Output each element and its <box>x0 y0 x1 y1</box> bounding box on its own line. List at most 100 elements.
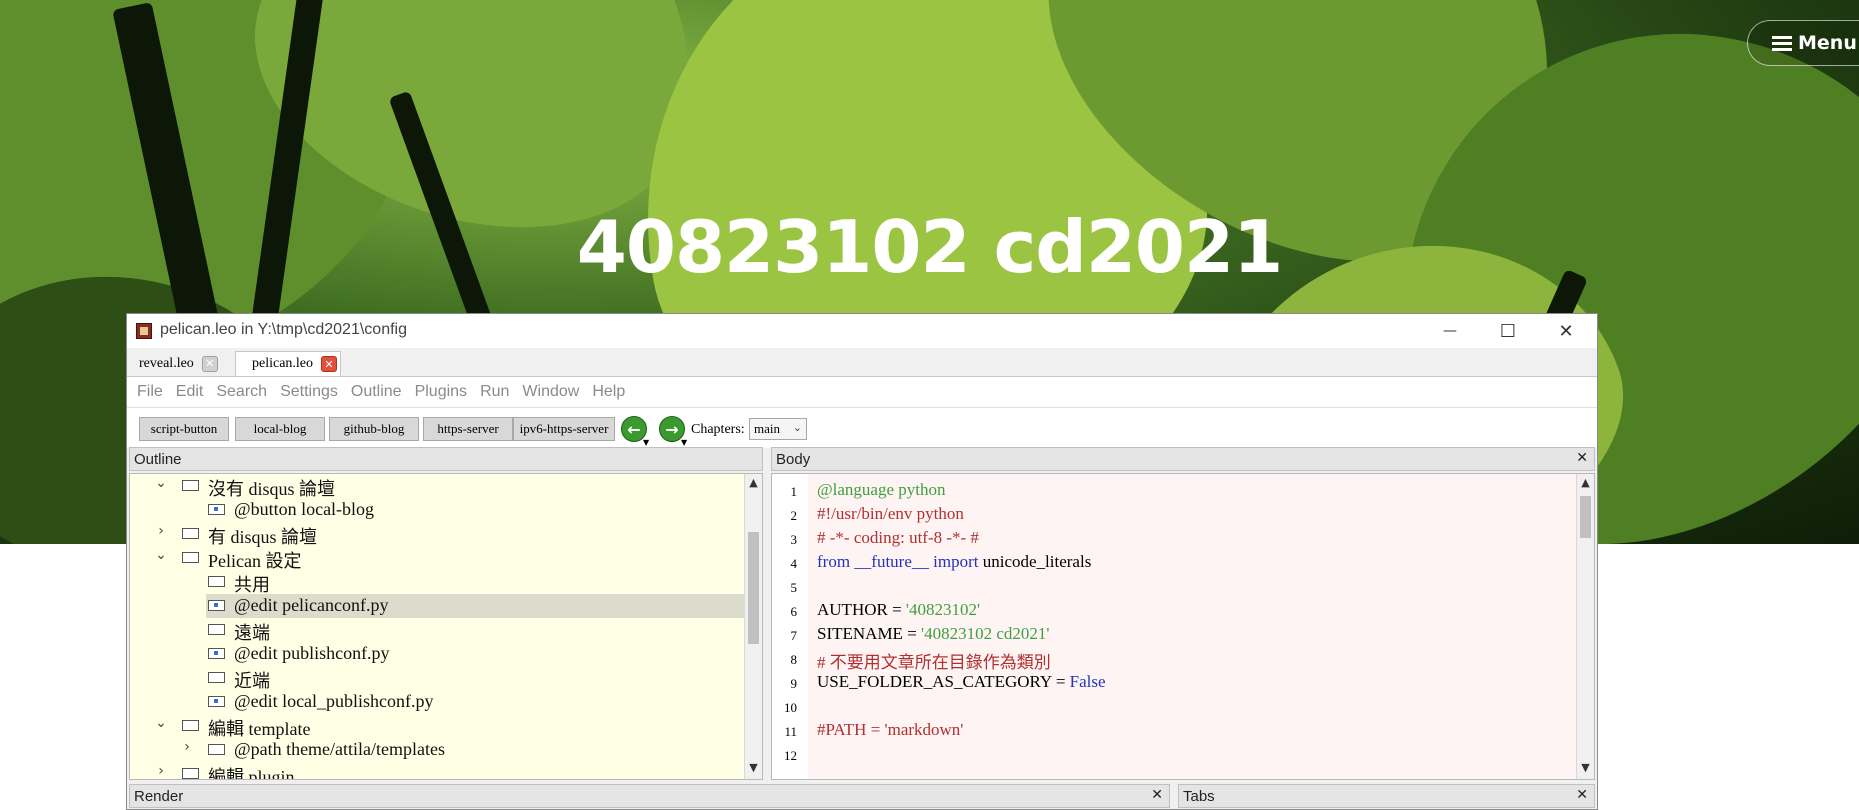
file-tab-pelican[interactable]: pelican.leo ✕ <box>235 351 341 376</box>
menu-settings[interactable]: Settings <box>280 383 338 401</box>
node-icon <box>208 744 225 755</box>
body-scrollbar[interactable]: ▲ ▼ <box>1576 474 1594 779</box>
body-pane-header: Body ✕ <box>771 447 1595 471</box>
code-line: from __future__ import unicode_literals <box>817 552 1091 572</box>
code-token: import <box>933 552 979 571</box>
code-line: AUTHOR = '40823102' <box>817 600 980 620</box>
chevron-down-icon: ⌄ <box>792 421 802 434</box>
back-dropdown-icon[interactable]: ▼ <box>643 438 649 447</box>
outline-pane-header: Outline <box>129 447 763 471</box>
line-number: 4 <box>790 556 798 571</box>
outline-node[interactable]: › 編輯 plugin <box>130 762 744 779</box>
scroll-down-icon[interactable]: ▼ <box>1577 761 1594 774</box>
code-token: SITENAME = <box>817 624 922 643</box>
hamburger-icon <box>1772 33 1792 54</box>
toolbar: script-button local-blog github-blog htt… <box>127 407 1597 448</box>
code-token: #PATH = 'markdown' <box>817 720 964 739</box>
chevron-down-icon[interactable]: ⌄ <box>154 715 168 731</box>
outline-node[interactable]: › @path theme/attila/templates <box>130 738 744 762</box>
node-label: @edit publishconf.py <box>234 643 390 663</box>
outline-node[interactable]: @edit publishconf.py <box>130 642 744 666</box>
node-label: @edit pelicanconf.py <box>234 595 389 615</box>
chevron-right-icon[interactable]: › <box>180 739 194 755</box>
chapter-value: main <box>754 421 780 436</box>
scrollbar-thumb[interactable] <box>1580 496 1591 538</box>
menu-button[interactable]: Menu <box>1747 20 1859 66</box>
outline-scrollbar[interactable]: ▲ ▼ <box>744 474 762 779</box>
outline-node[interactable]: › 有 disqus 論壇 <box>130 522 744 547</box>
menu-search[interactable]: Search <box>216 383 267 401</box>
window-title: pelican.leo in Y:\tmp\cd2021\config <box>160 321 407 338</box>
node-icon <box>208 696 225 707</box>
outline-node-selected[interactable]: @edit pelicanconf.py <box>206 594 744 618</box>
menu-help[interactable]: Help <box>592 383 625 401</box>
chevron-right-icon[interactable]: › <box>154 763 168 779</box>
https-server-button[interactable]: https-server <box>423 417 513 441</box>
close-icon[interactable]: ✕ <box>1576 450 1588 466</box>
menu-window[interactable]: Window <box>522 383 579 401</box>
close-icon[interactable]: ✕ <box>1576 787 1588 803</box>
file-tab-bar: reveal.leo ✕ pelican.leo ✕ <box>127 348 1597 377</box>
code-line: USE_FOLDER_AS_CATEGORY = False <box>817 672 1106 692</box>
ipv6-https-server-button[interactable]: ipv6-https-server <box>513 417 615 441</box>
outline-pane[interactable]: ⌄ 沒有 disqus 論壇 @button local-blog › 有 di… <box>129 473 763 780</box>
menu-edit[interactable]: Edit <box>176 383 204 401</box>
tab-close-icon[interactable]: ✕ <box>201 355 218 372</box>
outline-node[interactable]: @button local-blog <box>130 498 744 522</box>
outline-node[interactable]: 共用 <box>130 570 744 595</box>
leo-app-icon <box>136 323 152 339</box>
node-icon <box>208 504 225 515</box>
close-icon[interactable]: ✕ <box>1151 787 1163 803</box>
outline-node[interactable]: ⌄ 沒有 disqus 論壇 <box>130 474 744 499</box>
node-icon <box>182 528 199 539</box>
leo-editor-window: pelican.leo in Y:\tmp\cd2021\config — ☐ … <box>126 313 1598 810</box>
line-number: 2 <box>790 508 798 523</box>
close-button[interactable]: ✕ <box>1537 316 1595 346</box>
body-editor[interactable]: 1 2 3 4 5 6 7 8 9 10 11 12 @language python #!/usr/b… <box>771 473 1595 780</box>
node-label: @edit local_publishconf.py <box>234 691 434 711</box>
scrollbar-thumb[interactable] <box>748 532 759 644</box>
tab-close-icon[interactable]: ✕ <box>321 356 338 372</box>
chevron-down-icon[interactable]: ⌄ <box>154 547 168 563</box>
tabs-title: Tabs <box>1183 787 1215 805</box>
menu-file[interactable]: File <box>137 383 163 401</box>
chevron-down-icon[interactable]: ⌄ <box>154 475 168 491</box>
forward-dropdown-icon[interactable]: ▼ <box>681 438 687 447</box>
chevron-right-icon[interactable]: › <box>154 523 168 539</box>
file-tab-reveal[interactable]: reveal.leo ✕ <box>129 351 225 376</box>
code-token: '40823102' <box>905 600 981 619</box>
line-number: 3 <box>790 532 798 547</box>
outline-node[interactable]: 遠端 <box>130 618 744 643</box>
outline-node[interactable]: ⌄ 編輯 template <box>130 714 744 739</box>
code-token: @language python <box>817 480 946 499</box>
maximize-button[interactable]: ☐ <box>1479 316 1537 346</box>
code-token: __future__ <box>850 552 934 571</box>
line-number: 5 <box>790 580 798 595</box>
script-button[interactable]: script-button <box>139 417 229 441</box>
line-number: 11 <box>784 724 797 739</box>
outline-node[interactable]: ⌄ Pelican 設定 <box>130 546 744 571</box>
window-titlebar[interactable]: pelican.leo in Y:\tmp\cd2021\config — ☐ … <box>127 314 1597 348</box>
line-number: 10 <box>784 700 797 715</box>
code-line: #PATH = 'markdown' <box>817 720 963 740</box>
code-line: SITENAME = '40823102 cd2021' <box>817 624 1049 644</box>
menu-run[interactable]: Run <box>480 383 509 401</box>
menu-plugins[interactable]: Plugins <box>415 383 467 401</box>
node-icon <box>208 576 225 587</box>
menu-outline[interactable]: Outline <box>351 383 402 401</box>
local-blog-button[interactable]: local-blog <box>235 417 325 441</box>
outline-node[interactable]: 近端 <box>130 666 744 691</box>
scroll-up-icon[interactable]: ▲ <box>745 476 762 489</box>
minimize-button[interactable]: — <box>1421 316 1479 346</box>
scroll-up-icon[interactable]: ▲ <box>1577 476 1594 489</box>
github-blog-button[interactable]: github-blog <box>329 417 419 441</box>
chapters-select[interactable]: main ⌄ <box>749 418 807 440</box>
node-icon <box>208 624 225 635</box>
line-number: 1 <box>790 484 798 499</box>
code-token: # 不要用文章所在目錄作為類別 <box>817 653 1051 672</box>
code-token: #!/usr/bin/env python <box>817 504 964 523</box>
node-icon <box>182 720 199 731</box>
scroll-down-icon[interactable]: ▼ <box>745 761 762 774</box>
outline-node[interactable]: @edit local_publishconf.py <box>130 690 744 714</box>
render-pane-header: Render ✕ <box>129 784 1170 808</box>
